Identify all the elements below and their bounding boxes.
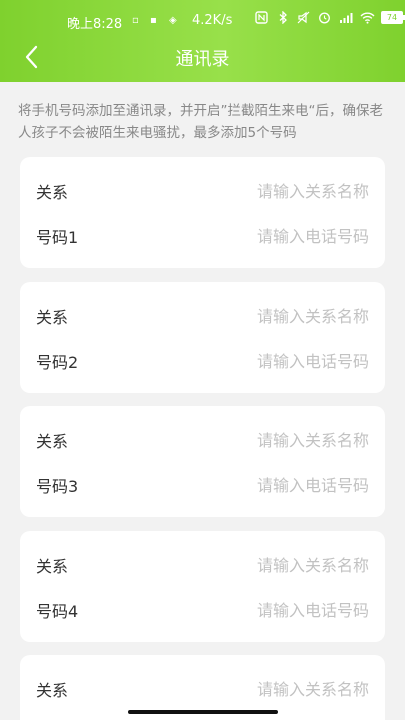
phone-label: 号码4 [36,602,79,621]
alarm-icon [318,11,331,24]
relation-input[interactable] [177,426,371,454]
phone-label: 号码3 [36,477,79,496]
relation-row: 关系 [20,175,385,205]
notification-icon: ▫ [132,15,139,26]
contact-card: 关系 号码3 [20,406,385,517]
phone-input[interactable] [177,471,371,499]
contact-card: 关系 号码1 [20,157,385,268]
notification-icon: ◈ [169,15,177,26]
contact-card: 关系 号码4 [20,531,385,642]
relation-row: 关系 [20,549,385,579]
intro-text: 将手机号码添加至通讯录，并开启”拦截陌生来电“后，确保老人孩子不会被陌生来电骚扰… [18,103,383,141]
relation-input[interactable] [177,551,371,579]
relation-input[interactable] [177,302,371,330]
relation-label: 关系 [36,183,69,202]
relation-row: 关系 [20,673,385,703]
signal-icon [339,11,353,24]
phone-row: 号码4 [20,594,385,624]
relation-label: 关系 [36,557,69,576]
bluetooth-icon [276,10,289,25]
phone-input[interactable] [177,222,371,250]
relation-input[interactable] [177,177,371,205]
phone-label: 号码1 [36,228,79,247]
relation-row: 关系 [20,300,385,330]
nfc-icon [255,11,268,24]
status-time: 晚上8:28 [67,17,123,32]
relation-label: 关系 [36,681,69,700]
page-title: 通讯录 [175,49,230,70]
mute-icon [297,11,310,24]
notification-icon: ▪ [150,15,157,26]
relation-row: 关系 [20,424,385,454]
network-speed: 4.2K/s [192,13,233,28]
phone-row: 号码1 [20,220,385,250]
home-indicator[interactable] [128,710,278,714]
relation-label: 关系 [36,432,69,451]
status-bar: 晚上8:28 ▫ ▪ ◈ 4.2K/s 74 [0,0,405,40]
phone-input[interactable] [177,347,371,375]
relation-label: 关系 [36,308,69,327]
phone-row: 号码3 [20,469,385,499]
battery-icon: 74 [381,11,405,24]
phone-input[interactable] [177,596,371,624]
contact-card: 关系 号码2 [20,282,385,393]
phone-row: 号码2 [20,345,385,375]
relation-input[interactable] [177,675,371,703]
phone-label: 号码2 [36,353,79,372]
wifi-icon [360,11,375,24]
